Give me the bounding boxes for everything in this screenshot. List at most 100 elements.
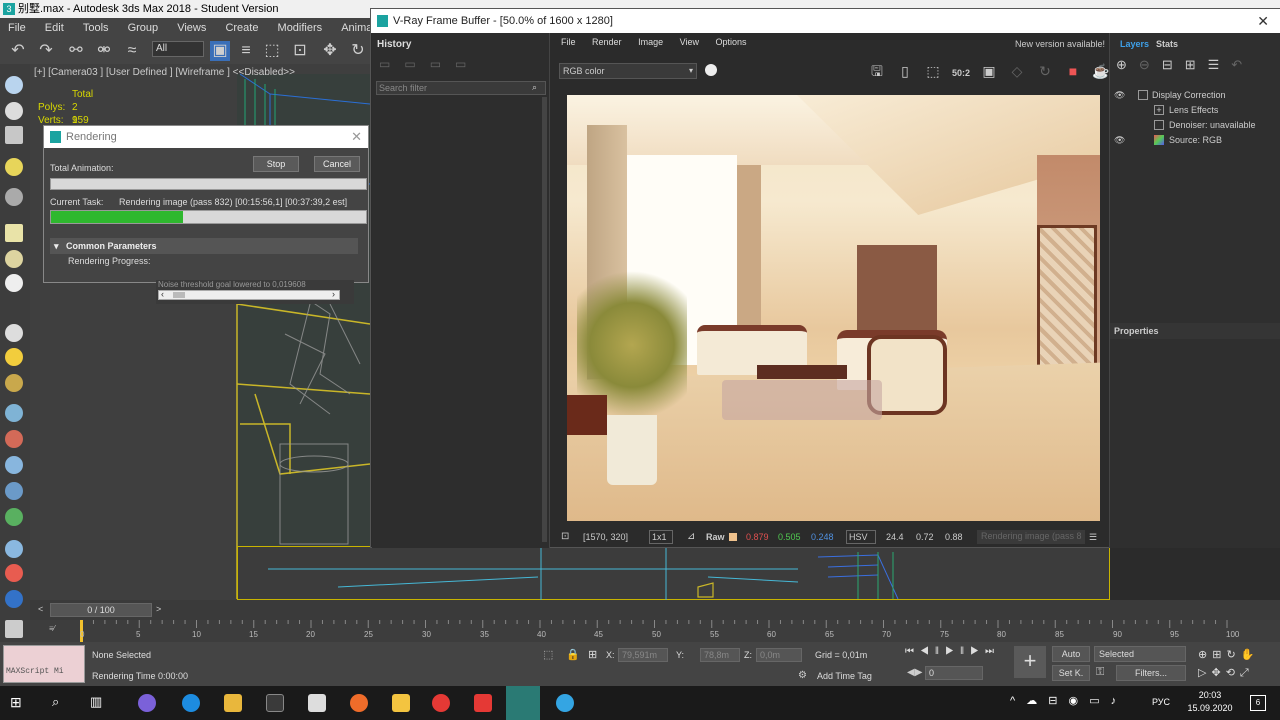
common-parameters-rollout[interactable]: ▾ Common Parameters [50,238,358,254]
layer-list-icon[interactable]: ☰ [1208,57,1232,72]
add-time-tag[interactable]: Add Time Tag [817,671,872,681]
shape-icon[interactable] [5,102,23,120]
zoom-icon[interactable]: ⊕ [1198,649,1212,661]
set-key-button[interactable]: Set K. [1052,665,1090,681]
particles-icon[interactable] [5,430,23,448]
selection-filter-dropdown[interactable]: All [152,41,204,57]
orbit-icon[interactable]: ↻ [1226,649,1240,661]
notification-icon[interactable]: 6 [1250,695,1266,711]
tab-stats[interactable]: Stats [1156,39,1178,49]
current-frame-field[interactable]: 0 [925,666,983,680]
move-icon[interactable]: ✥ [320,41,340,61]
goto-start-icon[interactable]: ⏮ [905,646,920,657]
alice-icon[interactable] [138,694,156,712]
link-icon[interactable]: ⚯ [66,41,86,61]
3dsmax-taskbar-icon[interactable] [506,686,540,720]
pixel-info-icon[interactable]: ⊡ [561,527,569,547]
color-dots-icon[interactable] [5,564,23,582]
orbit-subobject-icon[interactable]: ⟲ [1226,667,1240,679]
history-load-icon[interactable]: ▭ [430,57,455,71]
task-view-icon[interactable]: ▥ [90,694,108,712]
undo-layer-icon[interactable]: ↶ [1231,57,1254,72]
layer-source-rgb[interactable]: Source: RGB [1169,135,1222,145]
vfb-menu-options[interactable]: Options [715,37,746,47]
taskbar-clock[interactable]: 20:03 15.09.2020 [1180,689,1240,715]
prev-frame-icon[interactable]: < [38,604,43,614]
visibility-eye-icon[interactable]: 👁 [1114,90,1125,101]
update-icon[interactable]: ↻ [1031,63,1059,80]
camera-icon[interactable] [5,188,23,206]
filter-icon[interactable]: ≡⁄ [49,624,55,633]
windows-start-icon[interactable]: ⊞ [10,694,28,712]
rotate-icon[interactable]: ↻ [348,41,368,61]
system-tray-icons[interactable]: ^ ☁ ⊟ ◉ ▭ ♪ [1010,694,1130,712]
search-icon[interactable]: ⌕ [532,81,537,93]
maxscript-listener[interactable]: MAXScript Mi [3,645,85,683]
viewport-lower-region[interactable] [237,546,1110,601]
save-icon[interactable]: 🖫 [863,61,891,85]
bind-space-warp-icon[interactable]: ≈ [122,41,142,61]
history-save-icon[interactable]: ▭ [379,57,404,71]
teapot-icon[interactable] [5,76,23,94]
isolate-icon[interactable]: ⬚ [543,648,553,661]
menu-views[interactable]: Views [169,18,214,38]
track-mouse-icon[interactable]: ◇ [1003,63,1031,80]
color-wheel-icon[interactable] [705,64,717,76]
dome-light-icon[interactable] [5,374,23,392]
select-by-name-icon[interactable]: ≡ [236,41,256,61]
menu-modifiers[interactable]: Modifiers [270,18,331,38]
cancel-button[interactable]: Cancel [314,156,360,172]
visibility-eye-icon[interactable]: 👁 [1114,135,1125,146]
vfb-menu-image[interactable]: Image [638,37,663,47]
scroll-right-icon[interactable]: › [332,289,335,299]
vfb-title-bar[interactable]: V-Ray Frame Buffer - [50.0% of 1600 x 12… [371,9,1280,33]
save-layers-icon[interactable]: ⊟ [1162,57,1185,72]
layer-denoiser[interactable]: Denoiser: unavailable [1169,120,1256,130]
menu-edit[interactable]: Edit [37,18,72,38]
close-icon[interactable]: ✕ [1257,9,1269,33]
color-picker-icon[interactable]: ⊿ [687,527,695,547]
grid-helper-icon[interactable] [5,456,23,474]
select-object-icon[interactable]: ▣ [210,41,230,61]
scroll-thumb[interactable] [173,292,185,298]
unlink-icon[interactable]: ⚮ [94,41,114,61]
viewport-label[interactable]: [+] [Camera03 ] [User Defined ] [Wirefra… [34,67,295,78]
next-frame-icon[interactable]: > [156,604,161,614]
frame-counter[interactable]: 0 / 100 [50,603,152,617]
z-coordinate-field[interactable]: 0,0m [756,648,802,662]
redo-icon[interactable]: ↷ [36,41,56,61]
filters-button[interactable]: Filters... [1116,665,1186,681]
scroll-left-icon[interactable]: ‹ [161,289,164,299]
key-filter-dropdown[interactable]: Selected [1094,646,1186,662]
rendered-image[interactable] [567,95,1100,521]
globe-icon[interactable] [5,482,23,500]
search-icon[interactable]: ⌕ [52,694,70,712]
plane-icon[interactable] [5,224,23,242]
layer-lens-effects[interactable]: Lens Effects [1169,105,1218,115]
prev-key-icon[interactable]: ◀‖ [920,646,945,657]
timeline-ruler[interactable]: ≡⁄ 0 5 10 15 20 25 30 35 40 45 50 55 60 … [30,620,1280,642]
goto-end-icon[interactable]: ⏭ [985,646,1000,657]
zoom-badge[interactable]: 50:2 [947,68,975,78]
pan-icon[interactable]: ✋ [1241,649,1260,661]
channel-dropdown[interactable]: RGB color ▾ [559,63,697,79]
history-scrollbar[interactable] [542,97,547,542]
stop-render-icon[interactable]: ■ [1059,63,1087,79]
store-icon[interactable] [266,694,284,712]
scatter-icon[interactable] [5,404,23,422]
save-scene-icon[interactable] [5,620,23,638]
time-tag-icon[interactable]: ⚙ [798,670,807,681]
layer-display-correction[interactable]: Display Correction [1152,90,1226,100]
firefox-icon[interactable] [350,694,368,712]
add-layer-icon[interactable]: ⊕ [1116,57,1139,72]
color-mode-dropdown[interactable]: HSV [846,530,876,544]
menu-tools[interactable]: Tools [75,18,117,38]
sketch-app-icon[interactable] [392,694,410,712]
light-icon[interactable] [5,158,23,176]
plant-icon[interactable] [5,508,23,526]
telegram-icon[interactable] [556,694,574,712]
walk-icon[interactable]: ✥ [1211,667,1225,679]
menu-file[interactable]: File [0,18,34,38]
explorer-icon[interactable] [224,694,242,712]
vfb-menu-render[interactable]: Render [592,37,622,47]
